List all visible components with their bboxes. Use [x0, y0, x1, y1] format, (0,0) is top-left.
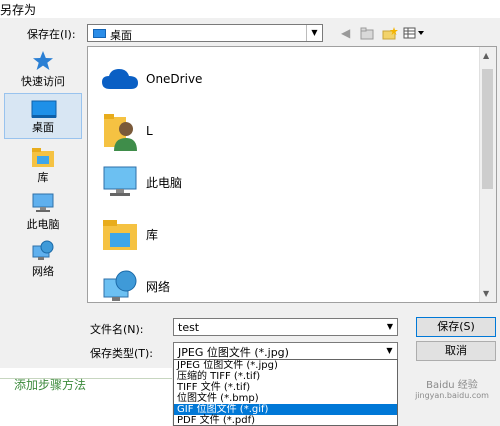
list-item[interactable]: 库: [94, 211, 394, 259]
file-name: 此电脑: [146, 176, 183, 190]
window-title-bar: 另存为: [0, 0, 500, 18]
savein-label: 保存在(I):: [27, 28, 76, 41]
file-name: OneDrive: [146, 72, 203, 86]
place-label: 库: [37, 171, 49, 184]
scroll-down-icon[interactable]: ▼: [483, 289, 489, 298]
watermark-line: Baidu 经验: [426, 380, 478, 391]
place-label: 网络: [32, 265, 54, 278]
file-name: L: [146, 124, 153, 138]
file-name: 网络: [146, 280, 171, 294]
user-folder-icon: [104, 114, 137, 151]
list-item[interactable]: OneDrive: [94, 55, 394, 103]
place-desktop[interactable]: 桌面: [4, 93, 82, 139]
star-icon: [33, 51, 53, 70]
scroll-up-icon[interactable]: ▲: [483, 51, 489, 60]
watermark-line: jingyan.baidu.com: [415, 391, 489, 400]
list-item[interactable]: 此电脑: [94, 159, 394, 207]
back-arrow-icon[interactable]: ◀: [341, 26, 350, 40]
filetype-select[interactable]: JPEG 位图文件 (*.jpg) ▼: [173, 342, 398, 360]
save-button[interactable]: 保存(S): [416, 317, 496, 337]
computer-icon: [103, 166, 137, 196]
places-bar: 快速访问 桌面 库 此电脑 网络: [2, 46, 82, 297]
filetype-dropdown-list[interactable]: JPEG 位图文件 (*.jpg) 压缩的 TIFF (*.tif) TIFF …: [173, 359, 398, 426]
file-name: 库: [146, 228, 159, 242]
place-label: 桌面: [32, 121, 54, 134]
network-icon: [103, 270, 137, 301]
filetype-option[interactable]: 位图文件 (*.bmp): [174, 393, 397, 404]
place-quick-access[interactable]: 快速访问: [4, 46, 82, 92]
watermark: Baidu 经验 jingyan.baidu.com: [404, 376, 500, 426]
background-text: 添加步骤方法: [14, 378, 87, 392]
up-folder-icon[interactable]: [360, 26, 374, 40]
network-icon: [32, 240, 54, 260]
filetype-label: 保存类型(T):: [90, 347, 154, 360]
chevron-down-icon[interactable]: ▼: [383, 319, 397, 335]
chevron-down-icon[interactable]: ▼: [382, 343, 397, 359]
list-item[interactable]: L: [94, 107, 394, 155]
file-list[interactable]: OneDrive L 此电脑 库 网络 ▲ ▼: [87, 46, 497, 303]
place-label: 此电脑: [26, 218, 60, 231]
background-page: 添加步骤方法: [0, 368, 172, 426]
place-label: 快速访问: [21, 75, 65, 88]
filetype-option[interactable]: JPEG 位图文件 (*.jpg): [174, 360, 397, 371]
library-icon: [103, 220, 137, 250]
view-menu-icon[interactable]: [403, 26, 427, 40]
cancel-button[interactable]: 取消: [416, 341, 496, 361]
library-icon: [32, 148, 54, 167]
filetype-option[interactable]: 压缩的 TIFF (*.tif): [174, 371, 397, 382]
new-folder-icon[interactable]: [382, 26, 398, 40]
filetype-option[interactable]: TIFF 文件 (*.tif): [174, 382, 397, 393]
place-network[interactable]: 网络: [4, 236, 82, 282]
desktop-icon: [31, 100, 57, 118]
window-title: 另存为: [0, 3, 37, 17]
place-this-pc[interactable]: 此电脑: [4, 189, 82, 235]
filetype-option[interactable]: PDF 文件 (*.pdf): [174, 415, 397, 425]
filename-label: 文件名(N):: [90, 323, 144, 336]
vertical-scrollbar[interactable]: ▲ ▼: [479, 47, 496, 302]
desktop-folder-icon: [93, 29, 106, 38]
chevron-down-icon[interactable]: ▼: [306, 25, 322, 41]
place-library[interactable]: 库: [4, 142, 82, 188]
cloud-icon: [102, 69, 138, 89]
savein-combo[interactable]: 桌面 ▼: [87, 24, 323, 42]
savein-value: 桌面: [110, 29, 132, 42]
computer-icon: [32, 193, 54, 212]
filename-input[interactable]: [173, 318, 398, 336]
list-item[interactable]: 网络: [94, 263, 394, 302]
filetype-value: JPEG 位图文件 (*.jpg): [178, 346, 289, 359]
scrollbar-thumb[interactable]: [482, 69, 493, 189]
filetype-option-selected[interactable]: GIF 位图文件 (*.gif): [174, 404, 397, 415]
